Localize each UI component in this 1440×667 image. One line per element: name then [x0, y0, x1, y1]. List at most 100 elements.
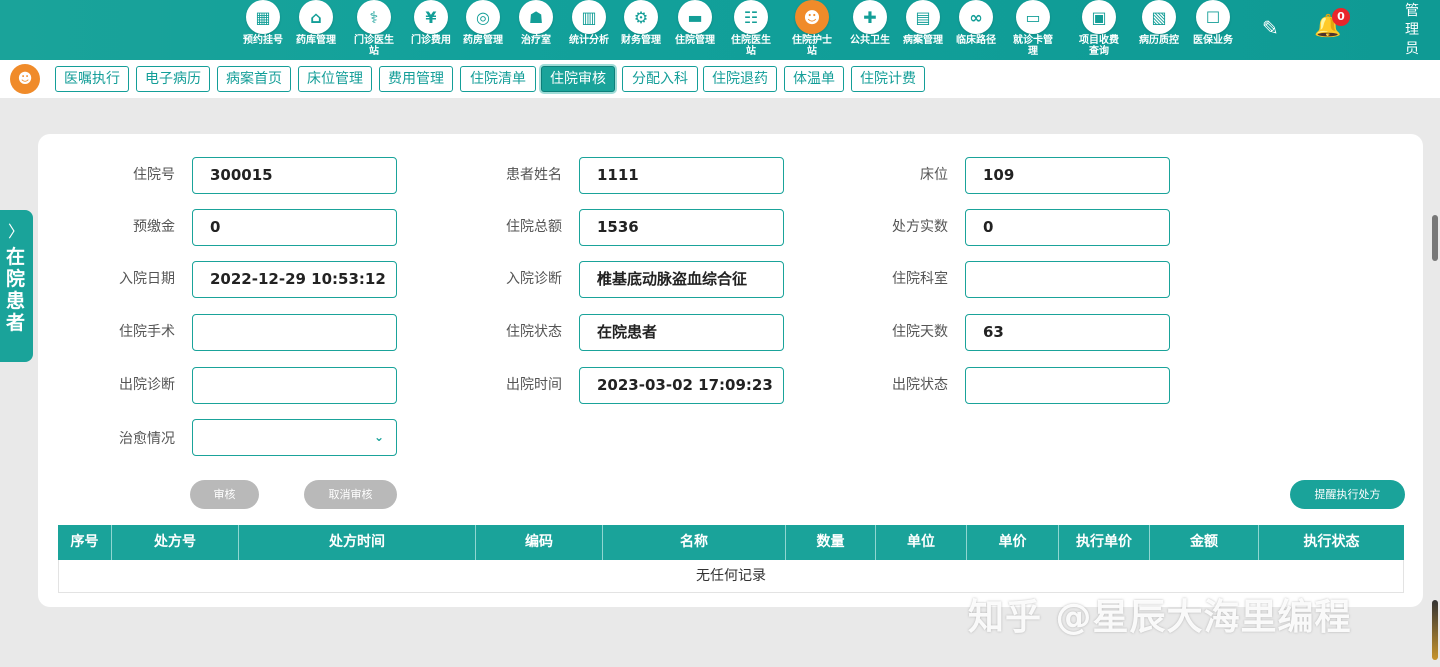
field-input[interactable]: 0	[192, 209, 397, 246]
nav-item-13[interactable]: ∞ 临床路径	[948, 0, 1004, 60]
nav-item-3[interactable]: ¥ 门诊费用	[403, 0, 459, 60]
tab-7[interactable]: 分配入科	[622, 66, 698, 92]
nav-item-1[interactable]: ⌂ 药库管理	[288, 0, 344, 60]
field-input[interactable]	[965, 367, 1170, 404]
field-label: 住院总额	[506, 219, 562, 235]
house-icon: ⌂	[299, 0, 333, 34]
tab-0[interactable]: 医嘱执行	[55, 66, 129, 92]
edit-icon[interactable]: ✎	[1262, 16, 1286, 40]
field-input[interactable]	[192, 314, 397, 351]
field-input[interactable]: 椎基底动脉盗血综合征	[579, 261, 784, 298]
cancel-audit-button[interactable]: 取消审核	[304, 480, 397, 509]
field-input[interactable]: 63	[965, 314, 1170, 351]
field-label: 出院时间	[506, 377, 562, 393]
public-health-icon: ✚	[853, 0, 887, 34]
field-input[interactable]	[965, 261, 1170, 298]
tab-2[interactable]: 病案首页	[217, 66, 291, 92]
column-header[interactable]: 数量	[786, 525, 876, 560]
field-input[interactable]: 1111	[579, 157, 784, 194]
tab-1[interactable]: 电子病历	[136, 66, 210, 92]
column-header[interactable]: 单价	[967, 525, 1059, 560]
yen-icon: ¥	[414, 0, 448, 34]
nav-item-11[interactable]: ✚ 公共卫生	[842, 0, 898, 60]
field-label: 处方实数	[892, 219, 948, 235]
nav-item-label: 病案管理	[903, 35, 943, 46]
chevron-down-icon: ⌄	[373, 430, 384, 444]
nurse-avatar-icon[interactable]: ☻	[10, 64, 40, 94]
scrollbar-thumb[interactable]	[1432, 215, 1438, 261]
field-input[interactable]: 2023-03-02 17:09:23	[579, 367, 784, 404]
nav-item-9[interactable]: ☷ 住院医生站	[723, 0, 779, 60]
field-input[interactable]: 2022-12-29 10:53:12	[192, 261, 397, 298]
nav-item-4[interactable]: ◎ 药房管理	[455, 0, 511, 60]
side-scrollbar[interactable]	[1432, 600, 1438, 660]
nav-item-label: 统计分析	[569, 35, 609, 46]
gear-icon: ⚙	[624, 0, 658, 34]
nav-item-17[interactable]: ☐ 医保业务	[1185, 0, 1241, 60]
nav-item-6[interactable]: ▥ 统计分析	[561, 0, 617, 60]
column-header[interactable]: 处方时间	[239, 525, 476, 560]
user-menu[interactable]: 管理员	[1402, 2, 1422, 59]
tab-8[interactable]: 住院退药	[703, 66, 777, 92]
tab-6[interactable]: 住院审核	[541, 66, 615, 92]
tab-9[interactable]: 体温单	[784, 66, 844, 92]
nav-item-label: 公共卫生	[850, 35, 890, 46]
column-header[interactable]: 金额	[1150, 525, 1259, 560]
field-input[interactable]: 0	[965, 209, 1170, 246]
nav-item-16[interactable]: ▧ 病历质控	[1131, 0, 1187, 60]
record-icon: ▤	[906, 0, 940, 34]
cure-status-select[interactable]: ⌄	[192, 419, 397, 456]
nav-item-5[interactable]: ☗ 治疗室	[508, 0, 564, 60]
field-label: 住院状态	[506, 324, 562, 340]
field-input[interactable]: 1536	[579, 209, 784, 246]
field-input[interactable]	[192, 367, 397, 404]
nav-item-8[interactable]: ▬ 住院管理	[667, 0, 723, 60]
calendar-icon: ▦	[246, 0, 280, 34]
nav-item-10[interactable]: ☻ 住院护士站	[784, 0, 840, 60]
field-input[interactable]: 在院患者	[579, 314, 784, 351]
nav-item-label: 药房管理	[463, 35, 503, 46]
notification-badge: 0	[1332, 8, 1350, 26]
inpatient-drawer-toggle[interactable]: 〉 在院患者	[0, 210, 33, 362]
nurse-icon: ☻	[795, 0, 829, 34]
field-input[interactable]: 109	[965, 157, 1170, 194]
nav-item-label: 临床路径	[956, 35, 996, 46]
column-header[interactable]: 编码	[476, 525, 603, 560]
field-input[interactable]: 300015	[192, 157, 397, 194]
nav-item-label: 病历质控	[1139, 35, 1179, 46]
nav-item-label: 住院管理	[675, 35, 715, 46]
nav-item-label: 门诊医生站	[354, 35, 394, 57]
column-header[interactable]: 名称	[603, 525, 786, 560]
field-label: 住院天数	[892, 324, 948, 340]
quality-icon: ▧	[1142, 0, 1176, 34]
pill-icon: ◎	[466, 0, 500, 34]
nav-item-label: 预约挂号	[243, 35, 283, 46]
tab-10[interactable]: 住院计费	[851, 66, 925, 92]
doctor-icon: ⚕	[357, 0, 391, 34]
tab-3[interactable]: 床位管理	[298, 66, 372, 92]
nav-item-7[interactable]: ⚙ 财务管理	[613, 0, 669, 60]
field-label: 床位	[920, 167, 948, 183]
nav-item-12[interactable]: ▤ 病案管理	[895, 0, 951, 60]
audit-button[interactable]: 审核	[190, 480, 259, 509]
column-header[interactable]: 单位	[876, 525, 967, 560]
fee-icon: ▣	[1082, 0, 1116, 34]
nav-item-label: 就诊卡管理	[1013, 35, 1053, 57]
watermark: 知乎 @星辰大海里编程	[968, 597, 1352, 638]
tab-4[interactable]: 费用管理	[379, 66, 453, 92]
drawer-label: 在院患者	[6, 246, 26, 334]
column-header[interactable]: 执行单价	[1059, 525, 1150, 560]
nav-item-15[interactable]: ▣ 项目收费查询	[1071, 0, 1127, 60]
field-label: 住院号	[133, 167, 175, 183]
nav-item-label: 项目收费查询	[1079, 35, 1119, 57]
column-header[interactable]: 处方号	[112, 525, 239, 560]
top-navigation-bar: ✎ 🔔 0 管理员 ▦ 预约挂号 ⌂ 药库管理 ⚕ 门诊医生站 ¥ 门诊费用 ◎ 药房管理 ☗ 治疗室…	[0, 0, 1440, 60]
column-header[interactable]: 执行状态	[1259, 525, 1404, 560]
nav-item-14[interactable]: ▭ 就诊卡管理	[1005, 0, 1061, 60]
tab-5[interactable]: 住院清单	[460, 66, 536, 92]
remind-prescription-button[interactable]: 提醒执行处方	[1290, 480, 1405, 509]
column-header[interactable]: 序号	[58, 525, 112, 560]
nav-item-label: 财务管理	[621, 35, 661, 46]
nav-item-0[interactable]: ▦ 预约挂号	[235, 0, 291, 60]
nav-item-2[interactable]: ⚕ 门诊医生站	[346, 0, 402, 60]
